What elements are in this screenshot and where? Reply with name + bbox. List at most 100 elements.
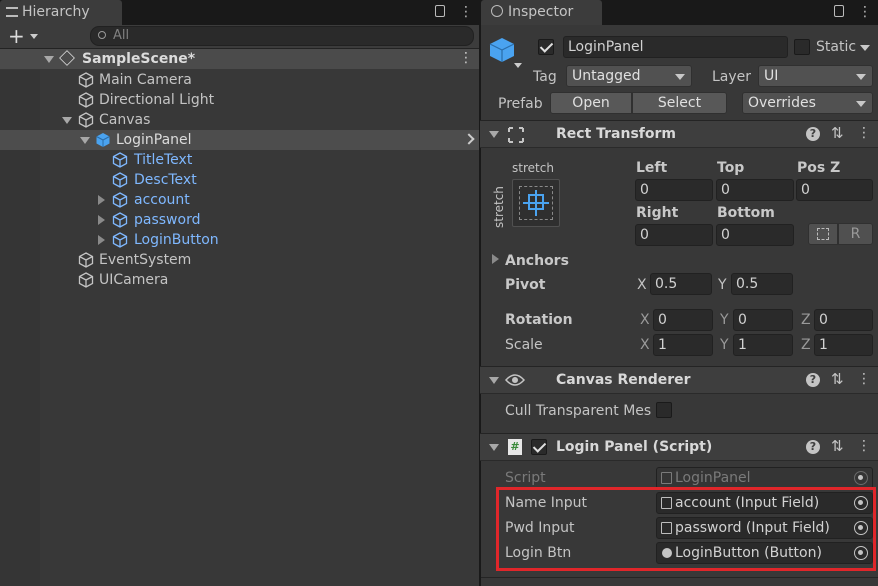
script-enabled-checkbox[interactable] [531, 439, 547, 455]
anchor-line-h [523, 202, 549, 204]
chevron-right-icon[interactable] [463, 133, 475, 145]
x-label: X [637, 277, 647, 293]
open-button[interactable]: Open [550, 92, 632, 114]
foldout-arrow-icon[interactable] [44, 56, 54, 63]
rotation-z-field[interactable]: 0 [814, 309, 873, 331]
help-icon[interactable]: ? [806, 373, 820, 387]
bottom-label: Bottom [717, 205, 775, 221]
bottom-field[interactable]: 0 [716, 224, 794, 246]
more-options-icon[interactable]: ⋮ [459, 50, 473, 66]
anchor-presets-button[interactable] [512, 179, 560, 227]
foldout-arrow-icon[interactable] [489, 377, 499, 384]
script-label: Script [505, 470, 546, 486]
tag-dropdown[interactable]: Untagged [566, 65, 692, 87]
gameobject-cube-icon [112, 192, 128, 208]
foldout-arrow-icon[interactable] [80, 137, 90, 144]
scale-y-field[interactable]: 1 [733, 334, 793, 356]
name-input-object-field[interactable]: account (Input Field) [656, 492, 873, 514]
anchors-label[interactable]: Anchors [505, 252, 569, 270]
foldout-arrow-icon[interactable] [62, 117, 72, 124]
posz-field[interactable]: 0 [796, 179, 873, 201]
presets-icon[interactable]: ⇅ [831, 370, 844, 388]
pwd-input-object-field[interactable]: password (Input Field) [656, 517, 873, 539]
z-label: Z [801, 312, 811, 328]
pivot-y-field[interactable]: 0.5 [731, 273, 793, 295]
foldout-arrow-icon[interactable] [98, 195, 105, 205]
tree-item-selected[interactable]: LoginPanel [0, 130, 479, 150]
foldout-arrow-icon[interactable] [98, 215, 105, 225]
lock-icon[interactable] [435, 5, 445, 17]
left-field[interactable]: 0 [635, 179, 713, 201]
chevron-down-icon[interactable] [860, 45, 870, 51]
tree-item[interactable]: TitleText [0, 150, 479, 170]
left-label: Left [636, 160, 668, 176]
foldout-arrow-icon[interactable] [98, 235, 105, 245]
foldout-arrow-icon[interactable] [492, 254, 499, 264]
presets-icon[interactable]: ⇅ [831, 124, 844, 142]
z-label: Z [801, 337, 811, 353]
raw-edit-button[interactable]: R [838, 223, 873, 245]
tag-label: Tag [533, 69, 557, 85]
input-field-icon [661, 497, 672, 509]
cull-transparent-checkbox[interactable] [656, 402, 672, 418]
tree-item[interactable]: UICamera [0, 270, 479, 290]
target-picker-icon[interactable] [854, 496, 868, 510]
more-options-icon[interactable]: ⋮ [459, 3, 473, 21]
tree-item[interactable]: DescText [0, 170, 479, 190]
more-options-icon[interactable]: ⋮ [857, 438, 871, 454]
lock-icon[interactable] [834, 5, 844, 17]
foldout-arrow-icon[interactable] [489, 444, 499, 451]
layer-dropdown[interactable]: UI [758, 65, 873, 87]
help-icon[interactable]: ? [806, 127, 820, 141]
y-label: Y [720, 312, 729, 328]
gameobject-cube-icon [112, 212, 128, 228]
posz-label: Pos Z [797, 160, 841, 176]
scale-z-field[interactable]: 1 [814, 334, 873, 356]
more-options-icon[interactable]: ⋮ [857, 125, 871, 141]
chevron-down-icon[interactable] [514, 63, 522, 68]
login-panel-script-header[interactable]: # Login Panel (Script) ? ⇅ ⋮ [480, 433, 878, 461]
rect-transform-icon [508, 127, 524, 143]
help-icon[interactable]: ? [806, 440, 820, 454]
tree-item[interactable]: Main Camera [0, 70, 479, 90]
select-button[interactable]: Select [632, 92, 727, 114]
x-label: X [640, 337, 650, 353]
add-button[interactable]: + [8, 26, 25, 46]
rotation-y-field[interactable]: 0 [733, 309, 793, 331]
rotation-x-field[interactable]: 0 [653, 309, 713, 331]
active-checkbox[interactable] [538, 39, 554, 55]
more-options-icon[interactable]: ⋮ [857, 371, 871, 387]
tree-item[interactable]: LoginButton [0, 230, 479, 250]
cull-transparent-label: Cull Transparent Mes [505, 403, 652, 419]
tab-inspector[interactable]: Inspector [481, 0, 602, 25]
overrides-dropdown[interactable]: Overrides [742, 92, 873, 114]
chevron-down-icon [856, 74, 866, 80]
tree-item[interactable]: account [0, 190, 479, 210]
tree-item[interactable]: Canvas [0, 110, 479, 130]
pivot-label: Pivot [505, 277, 546, 293]
tree-item[interactable]: EventSystem [0, 250, 479, 270]
top-field[interactable]: 0 [716, 179, 794, 201]
tree-item[interactable]: password [0, 210, 479, 230]
unity-scene-icon [59, 50, 75, 66]
chevron-down-icon[interactable] [30, 34, 38, 39]
blueprint-mode-button[interactable] [808, 223, 838, 245]
right-field[interactable]: 0 [635, 224, 713, 246]
target-picker-icon[interactable] [854, 521, 868, 535]
presets-icon[interactable]: ⇅ [831, 437, 844, 455]
object-name-field[interactable]: LoginPanel [563, 36, 788, 58]
gameobject-cube-icon [78, 92, 94, 108]
more-options-icon[interactable]: ⋮ [858, 3, 872, 21]
foldout-arrow-icon[interactable] [489, 131, 499, 138]
rect-transform-header[interactable]: Rect Transform ? ⇅ ⋮ [480, 120, 878, 148]
scale-x-field[interactable]: 1 [653, 334, 713, 356]
tree-item[interactable]: Directional Light [0, 90, 479, 110]
pivot-x-field[interactable]: 0.5 [650, 273, 712, 295]
search-input[interactable]: All [90, 26, 474, 46]
login-btn-object-field[interactable]: LoginButton (Button) [656, 542, 873, 564]
tab-hierarchy[interactable]: Hierarchy [0, 0, 122, 25]
static-checkbox[interactable] [794, 39, 810, 55]
canvas-renderer-header[interactable]: Canvas Renderer ? ⇅ ⋮ [480, 366, 878, 394]
target-picker-icon[interactable] [854, 546, 868, 560]
scene-row[interactable]: SampleScene* ⋮ [0, 49, 479, 69]
